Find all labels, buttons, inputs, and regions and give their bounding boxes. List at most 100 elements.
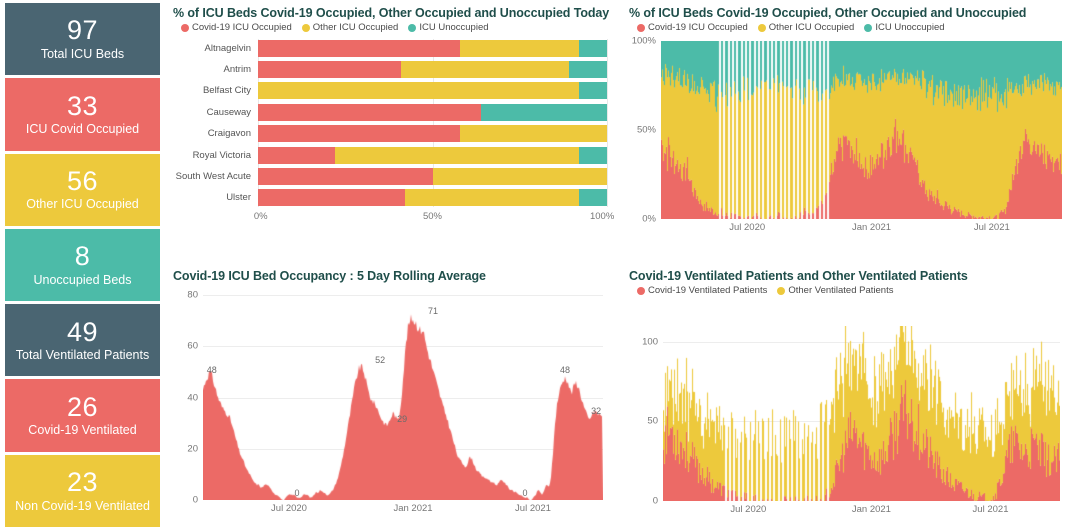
kpi-card-unoccupied-beds[interactable]: 8 Unoccupied Beds bbox=[5, 228, 160, 302]
hbar-segment[interactable] bbox=[579, 39, 607, 57]
chart-canvas bbox=[663, 326, 1060, 501]
table-row[interactable]: Ulster bbox=[173, 189, 607, 207]
axis-tick-label: Jul 2020 bbox=[271, 503, 307, 514]
plot-ventilated-patients: 0 50 100 Jul 2020 Jan 2021 Jul 2021 bbox=[642, 326, 1060, 515]
hbar-segment[interactable] bbox=[481, 103, 607, 121]
axis-tick-label: 100 bbox=[642, 336, 658, 348]
hbar-rows: Altnagelvin Antrim Belfast City Causeway Cra… bbox=[173, 39, 607, 207]
kpi-value: 33 bbox=[66, 90, 99, 121]
legend-item[interactable]: Other ICU Occupied bbox=[757, 22, 854, 33]
kpi-value: 23 bbox=[66, 467, 99, 498]
hbar-segment[interactable] bbox=[460, 39, 580, 57]
hbar-segment[interactable] bbox=[404, 189, 580, 207]
hbar-segment[interactable] bbox=[432, 168, 607, 186]
hbar-x-axis: 0% 50% 100% bbox=[254, 211, 614, 227]
kpi-card-total-icu-beds[interactable]: 97 Total ICU Beds bbox=[5, 3, 160, 76]
kpi-label: ICU Covid Occupied bbox=[25, 122, 140, 137]
axis-tick-label: 20 bbox=[187, 443, 198, 455]
legend-item[interactable]: Covid-19 ICU Occupied bbox=[637, 22, 748, 33]
kpi-card-other-icu-occupied[interactable]: 56 Other ICU Occupied bbox=[5, 153, 160, 226]
data-label: 32 bbox=[591, 406, 602, 416]
table-row[interactable]: Belfast City bbox=[173, 82, 607, 100]
hbar-category-label: South West Acute bbox=[175, 171, 251, 183]
hbar-track bbox=[258, 125, 607, 143]
gridline bbox=[607, 39, 608, 207]
plot-icu-pct-timeseries: 0% 50% 100% Jul 2020 Jan 2021 Jul 2021 bbox=[632, 36, 1062, 233]
hbar-category-label: Altnagelvin bbox=[204, 42, 251, 54]
axis-tick-label: 100% bbox=[631, 35, 656, 47]
legend-label: ICU Unoccupied bbox=[875, 22, 945, 33]
legend-swatch-icon bbox=[301, 23, 310, 32]
legend-swatch-icon bbox=[864, 23, 873, 32]
legend-label: ICU Unoccupied bbox=[419, 22, 489, 33]
kpi-label: Non Covid-19 Ventilated bbox=[15, 498, 150, 513]
hbar-segment[interactable] bbox=[258, 168, 433, 186]
axis-tick-label: 0% bbox=[642, 213, 656, 225]
data-label: 48 bbox=[559, 365, 571, 375]
hbar-track bbox=[258, 146, 607, 164]
table-row[interactable]: South West Acute bbox=[173, 168, 607, 186]
axis-tick-label: 0% bbox=[253, 211, 268, 222]
hbar-segment[interactable] bbox=[258, 82, 580, 100]
hbar-segment[interactable] bbox=[258, 189, 405, 207]
legend-item[interactable]: Other ICU Occupied bbox=[301, 22, 398, 33]
hbar-category-label: Royal Victoria bbox=[192, 149, 251, 161]
panel-ventilated-patients: Covid-19 Ventilated Patients and Other V… bbox=[621, 263, 1080, 530]
hbar-track bbox=[258, 39, 607, 57]
axis-tick-label: 0 bbox=[652, 495, 658, 507]
hbar-segment[interactable] bbox=[401, 60, 569, 78]
legend-item[interactable]: Other Ventilated Patients bbox=[777, 285, 893, 296]
kpi-label: Total Ventilated Patients bbox=[15, 347, 150, 362]
kpi-card-non-covid-19-ventilated[interactable]: 23 Non Covid-19 Ventilated bbox=[5, 454, 160, 527]
panel-icu-pct-timeseries: % of ICU Beds Covid-19 Occupied, Other O… bbox=[621, 0, 1080, 263]
hbar-track bbox=[258, 60, 607, 78]
axis-tick-label: Jul 2020 bbox=[730, 504, 767, 515]
kpi-value: 8 bbox=[74, 241, 91, 272]
hbar-segment[interactable] bbox=[579, 189, 607, 207]
table-row[interactable]: Royal Victoria bbox=[173, 146, 607, 164]
hbar-segment[interactable] bbox=[258, 103, 482, 121]
axis-tick-label: Jul 2021 bbox=[515, 503, 551, 514]
hbar-segment[interactable] bbox=[579, 146, 607, 164]
hbar-track bbox=[258, 103, 607, 121]
legend-icu-beds-today: Covid-19 ICU Occupied Other ICU Occupied I… bbox=[181, 22, 613, 33]
data-label: 0 bbox=[522, 488, 528, 498]
hbar-segment[interactable] bbox=[460, 125, 607, 143]
axis-tick-label: 50% bbox=[422, 211, 443, 222]
legend-ventilated-patients: Covid-19 Ventilated Patients Other Ventil… bbox=[637, 285, 1072, 296]
data-label: 48 bbox=[206, 365, 217, 375]
hbar-category-label: Belfast City bbox=[202, 85, 251, 97]
table-row[interactable]: Craigavon bbox=[173, 125, 607, 143]
hbar-category-label: Ulster bbox=[226, 192, 251, 204]
hbar-segment[interactable] bbox=[258, 60, 402, 78]
hbar-category-label: Causeway bbox=[206, 106, 251, 118]
kpi-value: 56 bbox=[66, 166, 99, 197]
legend-swatch-icon bbox=[181, 23, 189, 32]
kpi-label: Unoccupied Beds bbox=[33, 272, 132, 287]
table-row[interactable]: Antrim bbox=[173, 60, 607, 78]
legend-swatch-icon bbox=[777, 286, 786, 295]
hbar-segment[interactable] bbox=[258, 125, 461, 143]
legend-label: Covid-19 ICU Occupied bbox=[648, 22, 748, 33]
hbar-segment[interactable] bbox=[568, 60, 607, 78]
legend-item[interactable]: Covid-19 ICU Occupied bbox=[181, 22, 292, 33]
axis-tick-label: Jul 2021 bbox=[973, 222, 1010, 233]
kpi-card-covid-19-ventilated[interactable]: 26 Covid-19 Ventilated bbox=[5, 379, 160, 452]
kpi-card-total-ventilated-patients[interactable]: 49 Total Ventilated Patients bbox=[5, 304, 160, 377]
axis-tick-label: 0 bbox=[192, 494, 198, 506]
axis-tick-label: 100% bbox=[589, 211, 615, 222]
legend-item[interactable]: ICU Unoccupied bbox=[864, 22, 945, 33]
data-label: 71 bbox=[427, 306, 439, 317]
legend-item[interactable]: Covid-19 Ventilated Patients bbox=[637, 285, 767, 296]
table-row[interactable]: Causeway bbox=[173, 103, 607, 121]
hbar-segment[interactable] bbox=[334, 146, 580, 164]
hbar-segment[interactable] bbox=[258, 39, 461, 57]
hbar-segment[interactable] bbox=[579, 82, 607, 100]
legend-item[interactable]: ICU Unoccupied bbox=[408, 22, 489, 33]
hbar-segment[interactable] bbox=[258, 146, 335, 164]
kpi-card-icu-covid-occupied[interactable]: 33 ICU Covid Occupied bbox=[5, 78, 160, 151]
panel-icu-beds-today: % of ICU Beds Covid-19 Occupied, Other O… bbox=[165, 0, 621, 263]
kpi-label: Total ICU Beds bbox=[40, 46, 125, 61]
table-row[interactable]: Altnagelvin bbox=[173, 39, 607, 57]
kpi-column: 97 Total ICU Beds 33 ICU Covid Occupied 56 Ot… bbox=[0, 0, 165, 530]
